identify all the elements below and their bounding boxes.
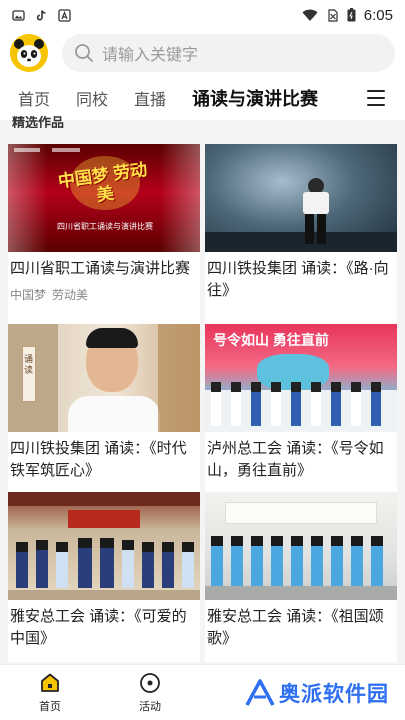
card-title: 四川省职工诵读与演讲比赛 (10, 260, 191, 277)
tab-live[interactable]: 直播 (134, 86, 166, 110)
card-title: 泸州总工会 诵读：《号令如山，勇往直前》 (207, 440, 384, 479)
nav-home[interactable]: 首页 (0, 665, 100, 720)
wifi-icon (302, 9, 318, 22)
panda-icon[interactable] (10, 34, 48, 72)
bottom-nav: 首页 活动 奥派软件园 (0, 664, 405, 720)
video-thumbnail: 中国梦 劳动美 四川省职工诵读与演讲比赛 (8, 144, 200, 252)
search-icon (74, 43, 94, 63)
tab-same-school[interactable]: 同校 (76, 86, 108, 110)
tag: 中国梦 (10, 288, 47, 302)
search-placeholder: 请输入关键字 (102, 47, 199, 64)
menu-icon[interactable] (367, 90, 385, 106)
tab-recitation-contest[interactable]: 诵读与演讲比赛 (192, 85, 318, 115)
section-title: 精选作品 (12, 116, 65, 128)
a-app-icon (58, 8, 71, 22)
status-time: 6:05 (363, 6, 393, 24)
video-card[interactable]: 中国梦 劳动美 四川省职工诵读与演讲比赛 四川省职工诵读与演讲比赛 中国梦 劳动… (8, 144, 200, 324)
video-thumbnail: 号令如山 勇往直前 (205, 324, 397, 432)
status-bar: 6:05 (0, 0, 405, 30)
gallery-icon (12, 9, 25, 22)
video-thumbnail (205, 492, 397, 600)
a-logo-icon (245, 678, 275, 707)
tag: 劳动美 (52, 288, 89, 302)
brand-text: 奥派软件园 (279, 682, 389, 706)
brand-watermark: 奥派软件园 (245, 665, 405, 720)
video-card[interactable]: 雅安总工会 诵读：《祖国颂歌》 (205, 492, 397, 662)
video-grid: 中国梦 劳动美 四川省职工诵读与演讲比赛 四川省职工诵读与演讲比赛 中国梦 劳动… (8, 144, 397, 662)
tab-home[interactable]: 首页 (18, 86, 50, 110)
thumbnail-label: 诵读 (24, 354, 34, 375)
video-card[interactable]: 号令如山 勇往直前 泸州总工会 诵读：《号令如山，勇往直前》 (205, 324, 397, 492)
nav-home-label: 首页 (39, 700, 61, 713)
activity-icon (139, 672, 161, 694)
status-system-icons: 6:05 (302, 7, 393, 24)
search-input[interactable]: 请输入关键字 (62, 34, 395, 72)
video-card[interactable]: 四川铁投集团 诵读：《路·向往》 (205, 144, 397, 324)
category-tabs: 首页 同校 直播 诵读与演讲比赛 (0, 76, 405, 120)
card-tags: 中国梦 劳动美 (8, 280, 200, 303)
card-title: 雅安总工会 诵读：《祖国颂歌》 (207, 608, 384, 647)
no-sim-icon (326, 8, 339, 22)
video-card[interactable]: 诵读 四川铁投集团 诵读：《时代铁军筑匠心》 (8, 324, 200, 492)
card-title: 四川铁投集团 诵读：《路·向往》 (207, 260, 389, 299)
card-title: 四川铁投集团 诵读：《时代铁军筑匠心》 (10, 440, 187, 479)
nav-activity-label: 活动 (139, 700, 161, 713)
video-thumbnail (8, 492, 200, 600)
video-thumbnail (205, 144, 397, 252)
thumbnail-subtitle: 四川省职工诵读与演讲比赛 (57, 222, 153, 231)
tiktok-icon (35, 9, 48, 22)
battery-icon (347, 8, 356, 22)
home-icon (39, 672, 61, 694)
thumbnail-title: 号令如山 勇往直前 (213, 332, 329, 348)
card-title: 雅安总工会 诵读：《可爱的中国》 (10, 608, 187, 647)
video-thumbnail: 诵读 (8, 324, 200, 432)
thumbnail-title: 中国梦 劳动美 (56, 159, 149, 205)
nav-activity[interactable]: 活动 (100, 665, 200, 720)
status-notification-icons (12, 8, 71, 22)
video-card[interactable]: 雅安总工会 诵读：《可爱的中国》 (8, 492, 200, 662)
app-header: 请输入关键字 (0, 30, 405, 76)
